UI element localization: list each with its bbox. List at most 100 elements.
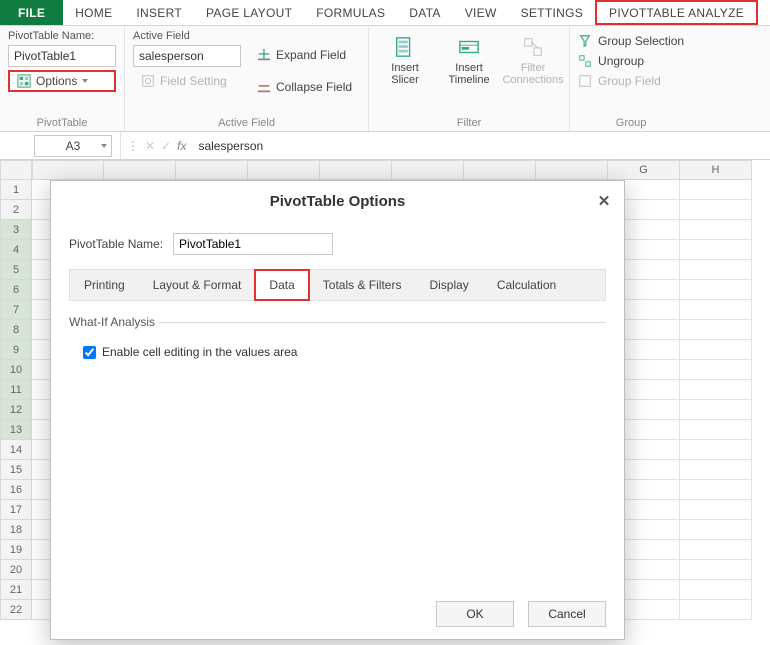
ok-button[interactable]: OK [436,601,514,627]
cell[interactable] [680,360,752,380]
dialog-tab-calculation[interactable]: Calculation [483,270,570,300]
tab-settings[interactable]: SETTINGS [509,0,595,25]
collapse-field-button[interactable]: Collapse Field [249,76,360,98]
row-header[interactable]: 6 [0,280,32,300]
tab-insert[interactable]: INSERT [124,0,194,25]
cell[interactable] [680,520,752,540]
cell[interactable] [680,320,752,340]
insert-slicer-button[interactable]: Insert Slicer [377,30,433,86]
column-header[interactable] [320,160,392,180]
row-header[interactable]: 18 [0,520,32,540]
row-header[interactable]: 13 [0,420,32,440]
column-header[interactable] [464,160,536,180]
cell[interactable] [680,300,752,320]
cell[interactable] [680,580,752,600]
row-header[interactable]: 20 [0,560,32,580]
group-field-label: Group Field [598,74,661,88]
cell[interactable] [680,400,752,420]
row-header[interactable]: 7 [0,300,32,320]
cell[interactable] [680,500,752,520]
column-header[interactable]: H [680,160,752,180]
cell[interactable] [680,260,752,280]
ungroup-icon [578,54,592,68]
row-header[interactable]: 8 [0,320,32,340]
row-header[interactable]: 11 [0,380,32,400]
enable-cell-editing-row[interactable]: Enable cell editing in the values area [83,345,606,359]
group-selection-button[interactable]: Group Selection [578,34,684,48]
cell[interactable] [680,180,752,200]
row-header[interactable]: 10 [0,360,32,380]
dialog-tab-printing[interactable]: Printing [70,270,139,300]
dialog-tab-totals[interactable]: Totals & Filters [309,270,416,300]
close-button[interactable]: ✕ [594,191,614,211]
fx-icon[interactable]: fx [177,139,186,153]
row-header[interactable]: 2 [0,200,32,220]
column-header[interactable]: G [608,160,680,180]
dialog-tab-display[interactable]: Display [415,270,482,300]
slicer-icon [394,36,416,58]
expand-field-button[interactable]: Expand Field [249,44,360,66]
row-header[interactable]: 12 [0,400,32,420]
column-header[interactable] [392,160,464,180]
cell[interactable] [680,540,752,560]
cell[interactable] [680,600,752,620]
dialog-tab-data[interactable]: Data [255,270,308,300]
cell[interactable] [680,480,752,500]
dialog-name-input[interactable] [173,233,333,255]
cell[interactable] [680,420,752,440]
column-header[interactable] [32,160,104,180]
ribbon: PivotTable Name: Options PivotTable Acti… [0,26,770,132]
select-all-corner[interactable] [0,160,32,180]
row-header[interactable]: 1 [0,180,32,200]
column-header[interactable] [248,160,320,180]
cell[interactable] [680,220,752,240]
row-header[interactable]: 14 [0,440,32,460]
row-header[interactable]: 19 [0,540,32,560]
pivottable-name-input[interactable] [8,45,116,67]
tab-view[interactable]: VIEW [453,0,509,25]
row-header[interactable]: 17 [0,500,32,520]
tab-formulas[interactable]: FORMULAS [304,0,397,25]
insert-timeline-button[interactable]: Insert Timeline [441,30,497,86]
row-header[interactable]: 22 [0,600,32,620]
group-label-pivottable: PivotTable [8,115,116,129]
cell[interactable] [680,560,752,580]
ungroup-button[interactable]: Ungroup [578,54,684,68]
enable-cell-editing-checkbox[interactable] [83,346,96,359]
cancel-button[interactable]: Cancel [528,601,606,627]
tab-page-layout[interactable]: PAGE LAYOUT [194,0,304,25]
active-field-input[interactable] [133,45,241,67]
ribbon-group-group: Group Selection Ungroup Group Field Grou… [570,26,692,131]
row-header[interactable]: 21 [0,580,32,600]
column-header[interactable] [104,160,176,180]
column-header[interactable] [176,160,248,180]
row-header[interactable]: 9 [0,340,32,360]
dialog-name-label: PivotTable Name: [69,237,163,251]
tab-pivottable-analyze[interactable]: PIVOTTABLE ANALYZE [595,0,758,25]
column-header[interactable] [536,160,608,180]
tab-file[interactable]: FILE [0,0,63,25]
row-header[interactable]: 15 [0,460,32,480]
options-button[interactable]: Options [8,70,116,92]
row-header[interactable]: 5 [0,260,32,280]
cell[interactable] [680,460,752,480]
chevron-down-icon [82,79,88,83]
name-box[interactable]: A3 [34,135,112,157]
row-header[interactable]: 4 [0,240,32,260]
tab-home[interactable]: HOME [63,0,124,25]
cell[interactable] [680,440,752,460]
cell[interactable] [680,380,752,400]
timeline-icon [458,36,480,58]
row-header[interactable]: 3 [0,220,32,240]
cancel-icon[interactable]: ✕ [145,139,155,153]
check-icon[interactable]: ✓ [161,139,171,153]
tab-data[interactable]: DATA [397,0,452,25]
cell[interactable] [680,200,752,220]
cell[interactable] [680,280,752,300]
formula-input[interactable] [192,139,770,153]
row-header[interactable]: 16 [0,480,32,500]
filter-connections-icon [522,36,544,58]
cell[interactable] [680,240,752,260]
dialog-tab-layout[interactable]: Layout & Format [139,270,256,300]
cell[interactable] [680,340,752,360]
